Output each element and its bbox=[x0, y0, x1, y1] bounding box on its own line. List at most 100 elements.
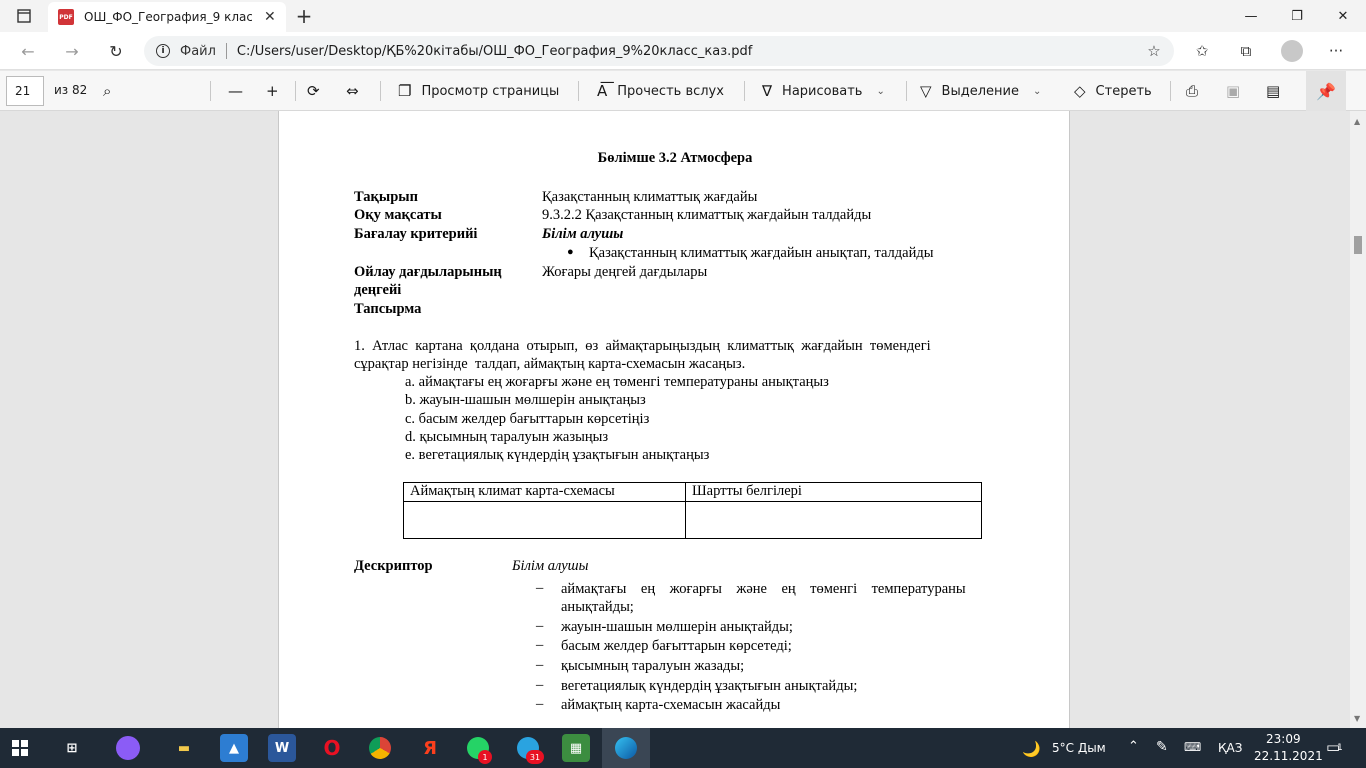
dash-bullet: – bbox=[536, 637, 544, 653]
zoom-in-icon[interactable]: + bbox=[266, 79, 289, 103]
task-item-b: b. жауын-шашын мөлшерін анықтаңыз bbox=[405, 392, 646, 408]
task-view-icon[interactable]: ⊞ bbox=[58, 734, 86, 762]
chrome-icon[interactable] bbox=[366, 734, 394, 762]
save-icon[interactable]: ▣ bbox=[1226, 79, 1250, 103]
scroll-up-icon[interactable]: ▲ bbox=[1354, 117, 1360, 126]
weather-icon[interactable]: 🌙 bbox=[1022, 740, 1041, 758]
dash-bullet: – bbox=[536, 677, 544, 693]
file-explorer-icon[interactable]: ▬ bbox=[170, 734, 198, 762]
read-aloud-label: Прочесть вслух bbox=[617, 83, 724, 99]
divider bbox=[578, 81, 579, 101]
document-title: Бөлімше 3.2 Атмосфера bbox=[597, 150, 753, 166]
page-view-button[interactable]: ❐ Просмотр страницы bbox=[398, 79, 559, 103]
keyboard-icon[interactable]: ⌨ bbox=[1184, 740, 1201, 754]
divider bbox=[210, 81, 211, 101]
photos-icon[interactable]: ▲ bbox=[220, 734, 248, 762]
page-view-icon: ❐ bbox=[398, 82, 412, 100]
edge-icon[interactable] bbox=[612, 734, 640, 762]
telegram-badge: 31 bbox=[526, 750, 544, 764]
language-indicator[interactable]: ҚАЗ bbox=[1218, 741, 1242, 755]
goal-value: 9.3.2.2 Қазақстанның климаттық жағдайын … bbox=[542, 207, 872, 223]
task-item-e: e. вегетациялық күндердің ұзақтығын анық… bbox=[405, 447, 710, 463]
collections-icon[interactable]: ⧉ bbox=[1232, 38, 1260, 64]
descriptor-item: аймақтағы ең жоғарғы және ең төменгі тем… bbox=[561, 581, 966, 597]
forward-icon[interactable]: → bbox=[58, 38, 86, 64]
scroll-down-icon[interactable]: ▼ bbox=[1354, 714, 1360, 723]
print-icon[interactable]: ⎙ bbox=[1186, 79, 1208, 103]
topic-label: Тақырып bbox=[354, 189, 418, 205]
erase-button[interactable]: ◇ Стереть bbox=[1074, 79, 1152, 103]
pen-icon[interactable]: ✎ bbox=[1156, 739, 1168, 755]
opera-icon[interactable]: O bbox=[318, 734, 346, 762]
avatar bbox=[1281, 40, 1303, 62]
descriptor-lead: Білім алушы bbox=[512, 558, 589, 574]
dash-bullet: – bbox=[536, 696, 544, 712]
draw-button[interactable]: ∇ Нарисовать ⌄ bbox=[762, 79, 885, 103]
page-number-input[interactable]: 21 bbox=[6, 76, 44, 106]
chevron-down-icon[interactable]: ⌄ bbox=[876, 86, 884, 97]
refresh-icon[interactable]: ↻ bbox=[102, 38, 130, 64]
criteria-value: Білім алушы bbox=[542, 226, 624, 242]
clock-date[interactable]: 22.11.2021 bbox=[1254, 749, 1323, 763]
save-as-icon[interactable]: ▤ bbox=[1266, 79, 1290, 103]
dash-bullet: – bbox=[536, 580, 544, 596]
more-icon[interactable]: ··· bbox=[1322, 38, 1350, 64]
descriptor-item: аймақтың карта-схемасын жасайды bbox=[561, 697, 781, 713]
table-cell-empty bbox=[403, 501, 686, 539]
highlight-button[interactable]: ▽ Выделение ⌄ bbox=[920, 79, 1041, 103]
vertical-scrollbar[interactable]: ▲ ▼ bbox=[1350, 111, 1366, 728]
fit-page-icon[interactable]: ⇔ bbox=[346, 79, 369, 103]
url-scheme-label: Файл bbox=[180, 43, 216, 59]
word-icon[interactable]: W bbox=[268, 734, 296, 762]
read-aloud-button[interactable]: A͞ Прочесть вслух bbox=[597, 79, 724, 103]
erase-label: Стереть bbox=[1095, 83, 1152, 99]
back-icon[interactable]: ← bbox=[14, 38, 42, 64]
clock-time[interactable]: 23:09 bbox=[1266, 732, 1301, 746]
pin-toolbar-icon[interactable]: 📌 bbox=[1306, 71, 1346, 111]
weather-text[interactable]: 5°C Дым bbox=[1052, 741, 1106, 755]
climate-table: Аймақтың климат карта-схемасы Шартты бел… bbox=[403, 482, 982, 539]
task-text-line1: 1. Атлас картана қолдана отырып, өз айма… bbox=[354, 338, 931, 354]
info-icon[interactable]: i bbox=[156, 44, 170, 58]
pdf-viewer[interactable]: Бөлімше 3.2 Атмосфера Тақырып Қазақстанн… bbox=[0, 111, 1350, 728]
goal-label: Оқу мақсаты bbox=[354, 207, 442, 223]
search-icon[interactable]: ⌕ bbox=[103, 79, 121, 103]
url-field[interactable]: i Файл C:/Users/user/Desktop/ҚБ%20кітабы… bbox=[144, 36, 1174, 66]
new-tab-icon[interactable]: + bbox=[292, 4, 316, 28]
topic-value: Қазақстанның климаттық жағдайы bbox=[542, 189, 758, 205]
tab-actions-icon[interactable] bbox=[8, 4, 40, 28]
chevron-up-icon[interactable]: ⌃ bbox=[1128, 739, 1139, 754]
minimize-button[interactable]: — bbox=[1228, 0, 1274, 32]
profile-button[interactable] bbox=[1278, 38, 1306, 64]
skills-label-line2: деңгейі bbox=[354, 282, 402, 298]
highlight-label: Выделение bbox=[941, 83, 1019, 99]
pdf-toolbar: 21 из 82 ⌕ — + ⟳ ⇔ ❐ Просмотр страницы A͞… bbox=[0, 71, 1366, 111]
divider bbox=[295, 81, 296, 101]
skills-value: Жоғары деңгей дағдылары bbox=[542, 264, 708, 280]
criteria-label: Бағалау критерийі bbox=[354, 226, 478, 242]
rotate-icon[interactable]: ⟳ bbox=[307, 79, 330, 103]
restore-button[interactable]: ❐ bbox=[1274, 0, 1320, 32]
browser-tab-active[interactable]: PDF ОШ_ФО_География_9 класс_каз ✕ bbox=[48, 2, 286, 32]
chevron-down-icon[interactable]: ⌄ bbox=[1033, 86, 1041, 97]
favorites-icon[interactable]: ✩ bbox=[1188, 38, 1216, 64]
skills-label-line1: Ойлау дағдыларының bbox=[354, 264, 502, 280]
divider bbox=[906, 81, 907, 101]
table-header-legend: Шартты белгілері bbox=[685, 482, 982, 502]
start-icon[interactable] bbox=[6, 734, 34, 762]
close-window-button[interactable]: ✕ bbox=[1320, 0, 1366, 32]
app-icon[interactable]: ▦ bbox=[562, 734, 590, 762]
divider bbox=[744, 81, 745, 101]
descriptor-item: вегетациялық күндердің ұзақтығын анықтай… bbox=[561, 678, 858, 694]
page-view-label: Просмотр страницы bbox=[421, 83, 560, 99]
task-item-a: a. аймақтағы ең жоғарғы және ең төменгі … bbox=[405, 374, 829, 390]
whatsapp-badge: 1 bbox=[478, 750, 492, 764]
tab-close-icon[interactable]: ✕ bbox=[264, 9, 276, 25]
alice-icon[interactable] bbox=[114, 734, 142, 762]
scrollbar-thumb[interactable] bbox=[1354, 236, 1362, 254]
add-favorite-icon[interactable]: ☆ bbox=[1140, 38, 1168, 64]
zoom-out-icon[interactable]: — bbox=[228, 79, 253, 103]
yandex-browser-icon[interactable]: Я bbox=[416, 734, 444, 762]
notifications-count: 1 bbox=[1337, 743, 1343, 753]
divider bbox=[1170, 81, 1171, 101]
